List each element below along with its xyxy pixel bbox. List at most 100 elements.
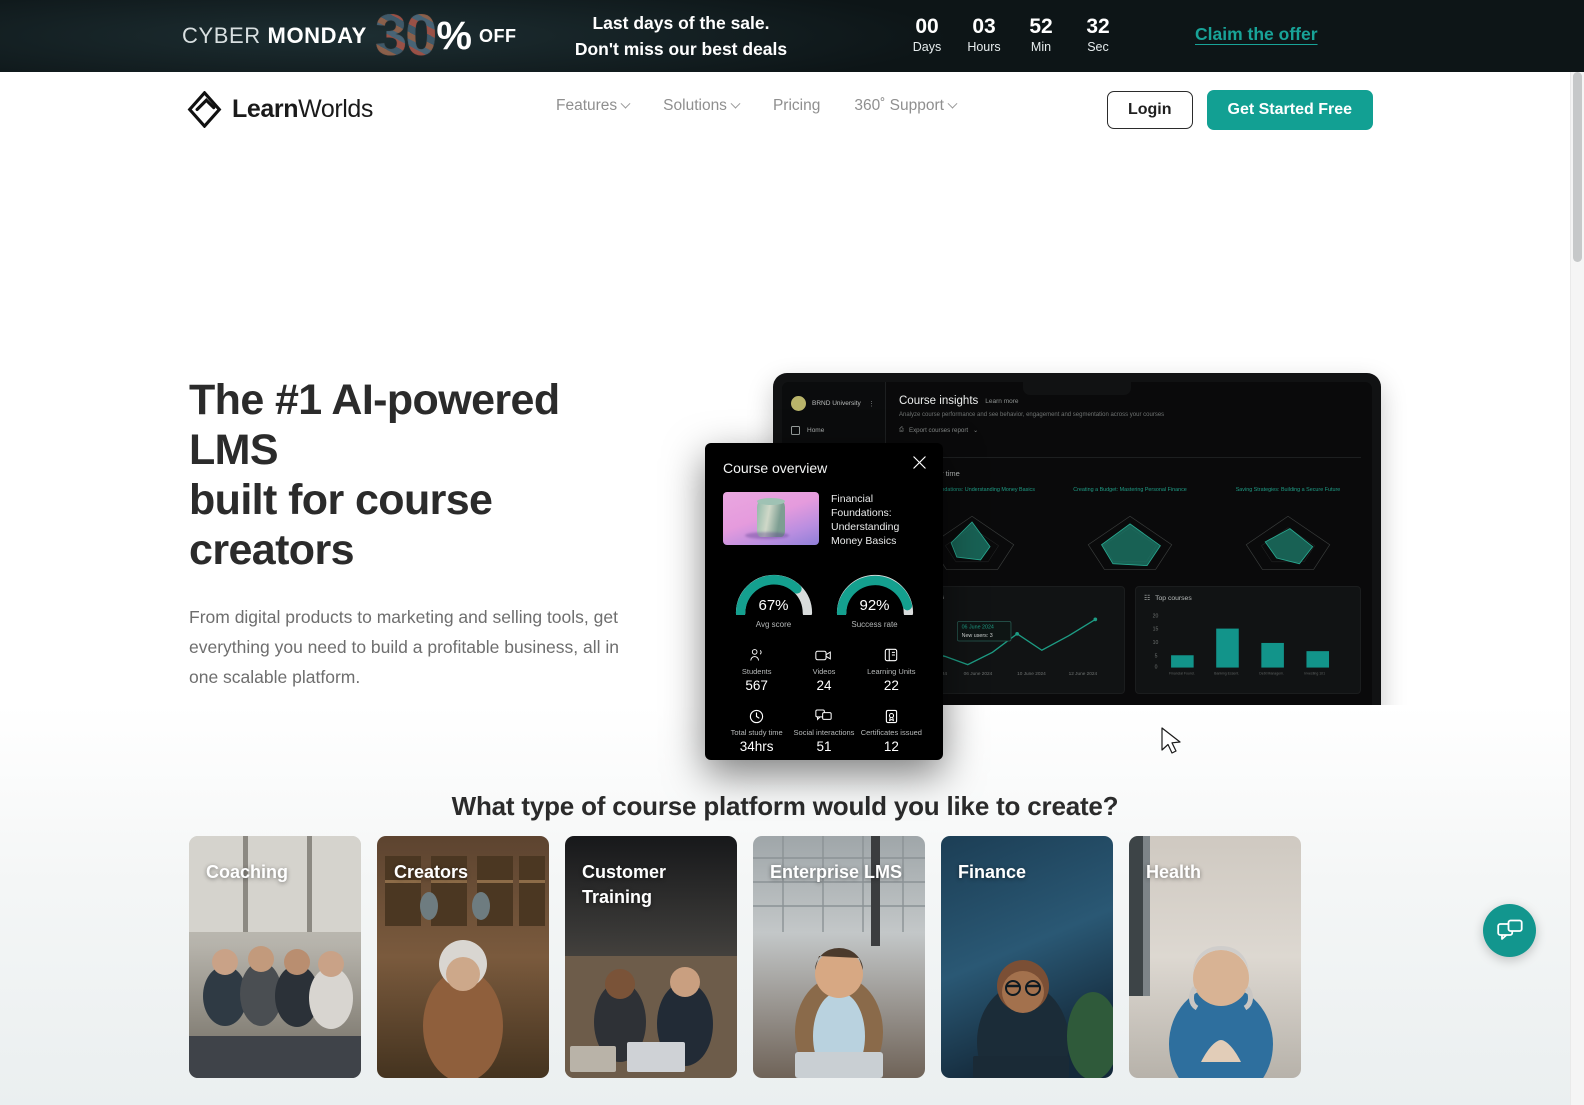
stat-total-study-time: Total study time 34hrs [723,708,790,754]
promo-off-label: OFF [478,25,517,46]
countdown-timer: 00 Days 03 Hours 52 Min 32 Sec [908,15,1117,55]
svg-text:0: 0 [1155,665,1158,671]
students-label: Students [741,667,772,676]
promo-cyber-monday: CYBER MONDAY [182,23,367,48]
home-icon [791,426,800,435]
promo-headline: Last days of the sale. Don't miss our be… [566,10,796,62]
category-label: Customer Training [582,862,667,907]
chat-icon [790,708,857,724]
mouse-cursor-icon [1161,727,1181,754]
total-study-time-label: Total study time [730,728,783,737]
svg-text:Investing 101: Investing 101 [1304,672,1325,676]
learnworlds-logo-icon [187,91,222,128]
category-card-creators[interactable]: Creators [377,836,549,1078]
dashboard-section-label: Courses over time [899,469,960,478]
promo-headline-line1: Last days of the sale. [592,13,770,33]
nav-solutions-label: Solutions [663,97,727,114]
hero-section: The #1 AI-powered LMS built for course c… [0,145,1570,818]
radar-chart [1245,515,1331,570]
page-scrollbar-track[interactable] [1570,0,1584,1105]
learn-more-link[interactable]: Learn more [985,398,1018,405]
nav-item-features[interactable]: Features [556,97,631,115]
promo-discount-number: 30 [374,3,437,68]
hero-title-line2: built for course creators [189,476,493,574]
avatar [791,396,806,411]
category-card-grid: Coaching Creators Customer Training Ente… [189,836,1369,1078]
logo[interactable]: LearnWorlds [186,91,373,128]
svg-text:12 June 2024: 12 June 2024 [1069,671,1098,677]
hero-title-line1: The #1 AI-powered LMS [189,376,560,474]
chevron-down-icon [620,98,631,109]
modal-stats-grid: Students 567 Videos 24 Learning Units 22 [723,647,925,754]
promo-percent-sign: % [436,14,472,58]
category-label: Enterprise LMS [770,862,903,882]
claim-offer-link[interactable]: Claim the offer [1195,24,1318,45]
more-options-icon[interactable]: ⋮ [868,400,876,408]
promo-discount-block: CYBER MONDAY 30 % OFF [182,0,516,72]
certificates-issued-label: Certificates issued [860,728,922,737]
export-courses-report-button[interactable]: ⎙ Export courses report ⌄ [899,426,1361,434]
radar-chart-group: Financial Foundations: Understanding Mon… [899,487,1361,579]
book-icon: ☷ [1144,595,1151,602]
export-icon: ⎙ [899,426,904,433]
top-courses-label: Top courses [1155,594,1192,602]
countdown-minutes: 52 Min [1022,15,1060,55]
dashboard-description: Analyze course performance and see behav… [899,412,1165,418]
svg-text:15: 15 [1153,627,1159,633]
countdown-days-value: 00 [915,15,939,38]
countdown-days-label: Days [912,40,942,54]
top-courses-title: ☷ Top courses [1144,594,1352,603]
hero-subtitle: From digital products to marketing and s… [189,607,619,687]
learning-units-icon [858,647,925,663]
students-value: 567 [745,678,768,693]
close-icon[interactable] [912,455,927,470]
video-icon [790,647,857,663]
laptop-notch [1023,382,1131,395]
stat-social-interactions: Social interactions 51 [790,708,857,754]
nav-item-pricing[interactable]: Pricing [773,97,820,115]
countdown-days: 00 Days [908,15,946,55]
radar-title: Creating a Budget: Mastering Personal Fi… [1073,487,1187,493]
scrollbar-top-cap [1570,0,1584,72]
nav-item-360-support[interactable]: 360˚ Support [854,97,958,115]
dashboard-org-name: BRND University [812,400,861,407]
sidebar-item-home[interactable]: Home [791,426,876,435]
videos-value: 24 [816,678,832,693]
chat-widget-button[interactable] [1483,904,1536,957]
category-label: Health [1146,862,1202,882]
certificate-icon [858,708,925,724]
radar-chart [1087,515,1173,570]
success-rate-label: Success rate [851,620,898,629]
dashboard-org[interactable]: BRND University ⋮ [791,396,876,411]
videos-label: Videos [812,667,836,676]
dashboard-title: Course insights [899,395,979,407]
nav-item-solutions[interactable]: Solutions [663,97,741,115]
countdown-minutes-label: Min [1030,40,1052,54]
countdown-seconds-value: 32 [1086,15,1110,38]
category-card-health[interactable]: Health [1129,836,1301,1078]
countdown-seconds: 32 Sec [1079,15,1117,55]
category-card-finance[interactable]: Finance [941,836,1113,1078]
chevron-down-icon [947,98,958,109]
category-card-customer-training[interactable]: Customer Training [565,836,737,1078]
svg-text:Debt Managem.: Debt Managem. [1259,672,1284,676]
modal-course-row: Financial Foundations: Understanding Mon… [723,492,925,548]
categories-heading: What type of course platform would you l… [451,791,1119,821]
radar-chart-card: Saving Strategies: Building a Secure Fut… [1215,487,1361,579]
course-overview-modal: Course overview Financial Foundations: U… [705,443,943,760]
certificates-issued-value: 12 [883,739,899,754]
page-viewport: CYBER MONDAY 30 % OFF Last days of the s… [0,0,1570,1105]
get-started-free-button[interactable]: Get Started Free [1206,90,1373,130]
page-scrollbar-thumb[interactable] [1573,72,1582,262]
course-thumbnail [723,492,819,545]
countdown-minutes-value: 52 [1029,15,1053,38]
dashboard-tab-courses[interactable]: Courses [899,444,1361,458]
category-card-coaching[interactable]: Coaching [189,836,361,1078]
dashboard-panels: Enrollments 06 June 2024 New users: 3 [899,586,1361,694]
category-card-enterprise-lms[interactable]: Enterprise LMS [753,836,925,1078]
learning-units-label: Learning Units [867,667,916,676]
category-label: Coaching [206,862,289,882]
login-button[interactable]: Login [1106,91,1193,129]
category-label: Creators [394,862,469,882]
svg-text:10: 10 [1153,640,1159,646]
